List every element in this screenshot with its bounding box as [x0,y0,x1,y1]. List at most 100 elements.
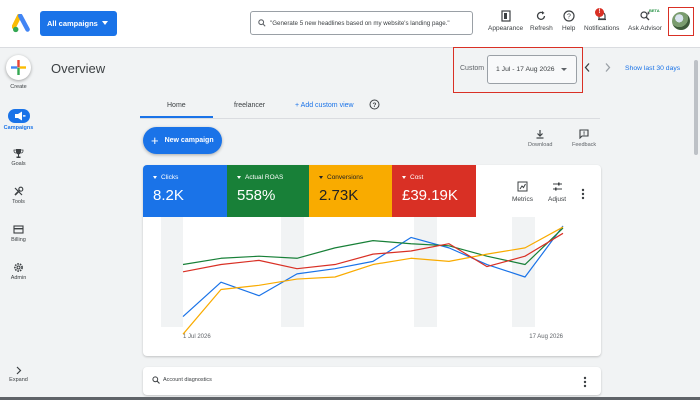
sidebar-item-label: Billing [11,237,26,243]
svg-text:?: ? [373,102,377,109]
google-ads-logo[interactable] [12,14,34,34]
notification-badge: ! [595,8,604,17]
caret-down-icon [319,176,323,179]
adjust-button[interactable]: Adjust [548,181,566,203]
add-custom-view-label: Add custom view [300,102,354,109]
metric-conversions[interactable]: Conversions 2.73K [309,165,392,217]
metrics-icon [517,181,528,192]
scrollbar[interactable] [692,48,700,400]
sidebar-item-label: Campaigns [3,125,34,131]
adjust-label: Adjust [548,196,567,203]
performance-chart: 1 Jul 2026 17 Aug 2026 [161,217,564,340]
sidebar-item-billing[interactable]: Billing [0,224,37,243]
account-diagnostics-card[interactable]: Account diagnostics [143,367,601,395]
caret-down-icon [402,176,406,179]
feedback-icon [579,129,589,139]
new-campaign-button[interactable]: + New campaign [143,127,222,154]
feedback-label: Feedback [572,142,597,148]
diagnostics-icon [152,376,160,384]
sidebar-item-label: Goals [11,161,26,167]
sidebar-item-tools[interactable]: Tools [0,186,37,205]
metric-cost[interactable]: Cost £39.19K [392,165,476,217]
next-period-button[interactable] [603,62,612,73]
chart-band-2 [414,217,437,327]
avatar [672,12,690,30]
metric-value: 2.73K [319,187,359,204]
svg-text:?: ? [567,14,571,21]
metric-label: Conversions [327,174,364,181]
show-last-30-days-link[interactable]: Show last 30 days [625,65,680,72]
account-avatar-button[interactable] [668,7,694,36]
metric-label: Clicks [161,174,179,181]
more-options-icon[interactable] [583,376,587,388]
trophy-icon [13,149,24,158]
beta-tag: BETA [649,8,660,13]
metrics-label: Metrics [512,196,533,203]
sidebar-item-label: Create [10,84,27,90]
help-button[interactable]: ? Help [562,10,575,32]
sidebar-item-goals[interactable]: Goals [0,148,37,167]
caret-down-icon [237,176,241,179]
sidebar: Create Campaigns Goals Tools Billing Adm… [0,48,37,400]
appearance-label: Appearance [488,25,524,32]
date-range-value: 1 Jul - 17 Aug 2026 [496,66,555,73]
metric-value: 8.2K [153,187,184,204]
campaigns-active-pill [7,109,30,123]
notifications-button[interactable]: ! Notifications [584,8,619,32]
add-custom-view-button[interactable]: + Add custom view [295,102,354,109]
sidebar-item-label: Admin [10,275,27,281]
chart-highlight-bands [161,217,535,327]
tab-freelancer[interactable]: freelancer [234,102,265,109]
plus-icon: + [295,102,300,109]
adjust-icon [552,182,562,191]
sidebar-item-campaigns[interactable]: Campaigns [0,109,37,131]
date-range-label: Custom [460,65,485,72]
chevron-right-icon [16,366,22,375]
sidebar-item-admin[interactable]: Admin [0,262,37,281]
download-label: Download [528,142,553,148]
refresh-icon [537,11,546,20]
date-range-selector[interactable]: 1 Jul - 17 Aug 2026 [487,55,577,84]
megaphone-icon [14,111,25,121]
campaign-selector[interactable]: All campaigns [40,11,117,36]
billing-icon [13,225,24,234]
metric-label: Cost [410,174,424,181]
new-campaign-label: New campaign [164,137,214,144]
download-button[interactable]: Download [528,129,552,148]
refresh-label: Refresh [530,25,553,32]
feedback-button[interactable]: Feedback [572,129,596,148]
ask-advisor-label: Ask Advisor [628,25,662,32]
help-label: Help [562,25,576,32]
help-icon[interactable]: ? [369,99,380,110]
metric-label: Actual ROAS [245,174,284,181]
x-axis-end-label: 17 Aug 2026 [529,334,563,340]
search-input[interactable]: "Generate 5 new headlines based on my we… [250,11,473,35]
ask-advisor-button[interactable]: BETA Ask Advisor [628,8,662,32]
appearance-icon [500,10,511,22]
create-button[interactable] [6,55,31,80]
scrollbar-thumb[interactable] [694,60,698,155]
caret-down-icon [102,21,108,25]
refresh-button[interactable]: Refresh [530,10,553,32]
plus-icon: + [151,133,159,148]
page-title: Overview [51,61,106,76]
metric-value: 558% [237,187,276,204]
metric-value: £39.19K [402,187,458,204]
sidebar-item-expand[interactable]: Expand [0,366,37,383]
metric-actual-roas[interactable]: Actual ROAS 558% [227,165,309,217]
series-line-1 [182,227,564,266]
appearance-button[interactable]: Appearance [488,10,523,32]
more-options-icon[interactable] [581,188,585,200]
metrics-button[interactable]: Metrics [512,181,533,203]
campaign-selector-label: All campaigns [47,19,98,28]
x-axis-start-label: 1 Jul 2026 [183,334,211,340]
tab-home[interactable]: Home [167,102,186,109]
sidebar-item-create[interactable]: Create [0,84,37,90]
download-icon [536,130,544,139]
series-line-0 [182,225,564,317]
series-line-2 [182,226,564,335]
chart-band-1 [281,217,304,327]
caret-down-icon [561,68,567,71]
metric-clicks[interactable]: Clicks 8.2K [143,165,227,217]
previous-period-button[interactable] [583,62,592,73]
